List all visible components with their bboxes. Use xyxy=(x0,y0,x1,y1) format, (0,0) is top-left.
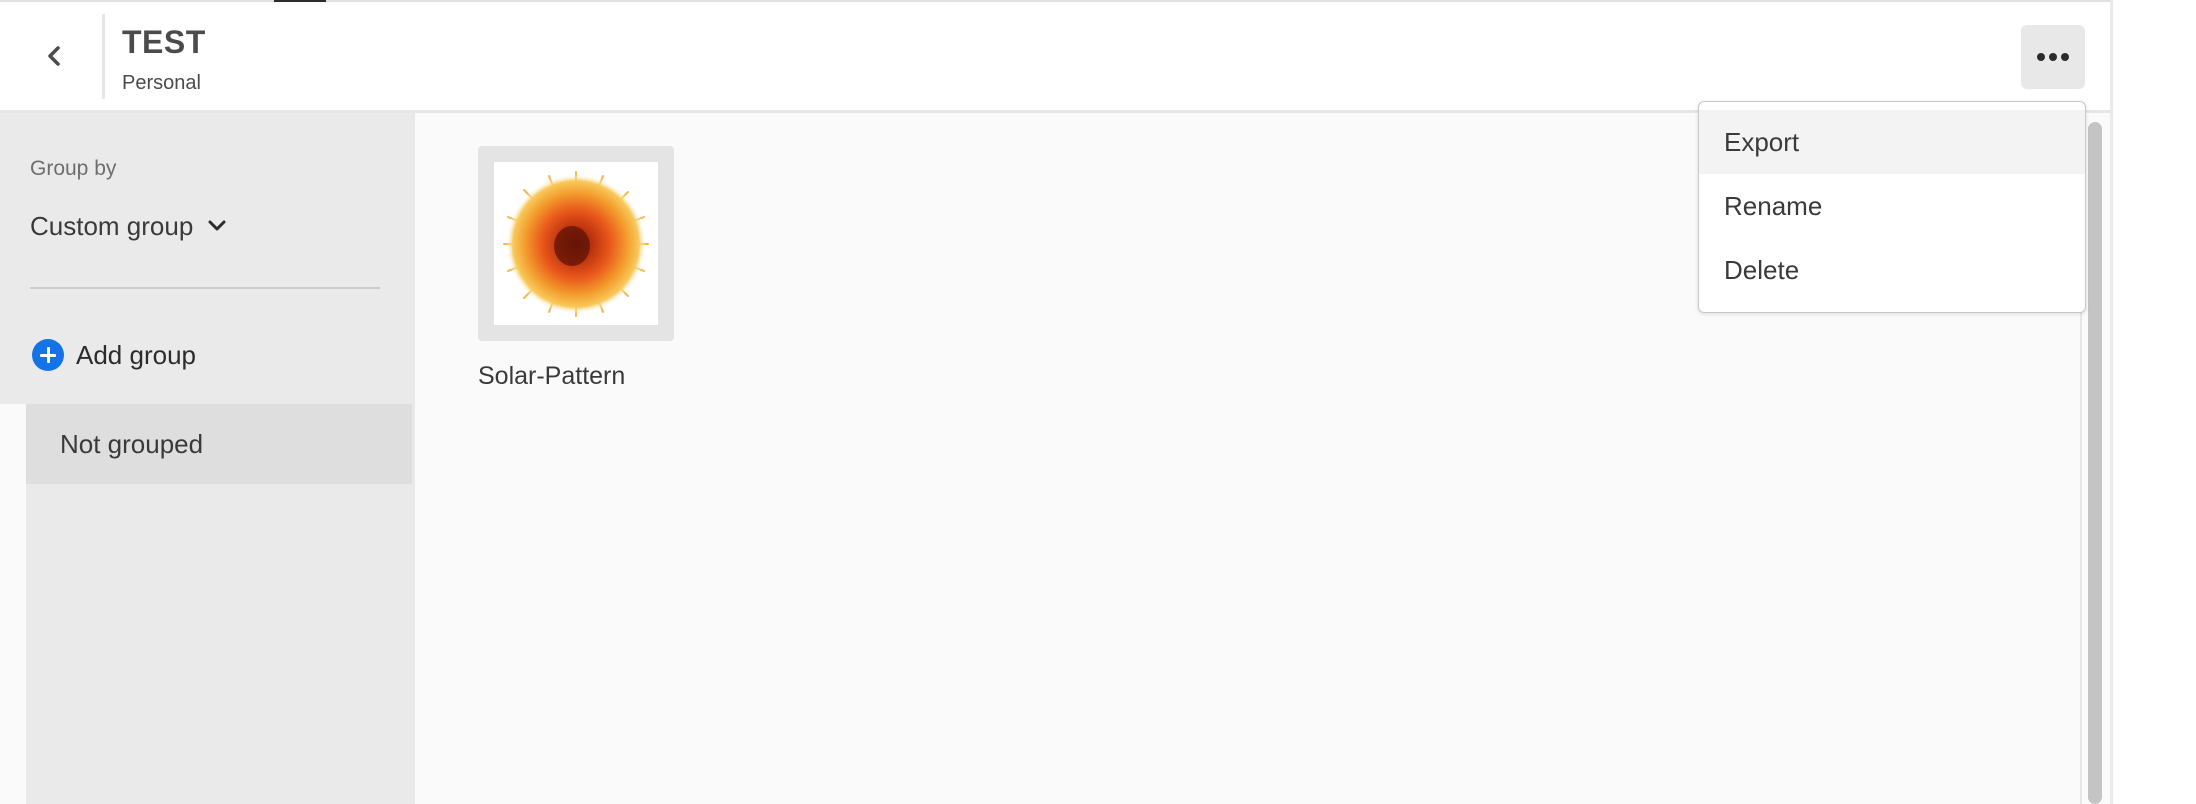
chevron-down-icon xyxy=(208,220,226,231)
asset-name: Solar-Pattern xyxy=(478,362,626,390)
menu-item-export[interactable]: Export xyxy=(1699,110,2085,174)
add-group-button[interactable]: Add group xyxy=(32,334,196,376)
page-title: TEST xyxy=(122,24,206,60)
more-options-button[interactable] xyxy=(2021,25,2085,89)
more-options-menu: Export Rename Delete xyxy=(1698,101,2086,313)
add-circle-icon xyxy=(32,339,64,371)
header: TEST Personal xyxy=(0,2,2110,113)
sidebar-gutter xyxy=(0,404,26,804)
menu-item-rename[interactable]: Rename xyxy=(1699,174,2085,238)
add-group-label: Add group xyxy=(76,339,196,370)
sidebar-divider xyxy=(30,287,380,289)
menu-item-delete[interactable]: Delete xyxy=(1699,238,2085,302)
sidebar-item-label: Not grouped xyxy=(60,428,204,459)
asset-tile[interactable] xyxy=(478,146,674,341)
solar-burst-image xyxy=(494,162,658,325)
more-horizontal-icon-dot xyxy=(2061,53,2069,61)
back-button[interactable] xyxy=(30,32,78,80)
page-subtitle: Personal xyxy=(122,72,201,94)
more-horizontal-icon-dot xyxy=(2049,53,2057,61)
chevron-left-icon xyxy=(48,46,60,66)
group-by-select[interactable]: Custom group xyxy=(30,205,227,247)
header-divider xyxy=(102,14,105,99)
window-edge xyxy=(2110,0,2113,804)
group-by-value: Custom group xyxy=(30,210,194,241)
more-horizontal-icon xyxy=(2037,53,2045,61)
app-window: TEST Personal Group by Custom group Add … xyxy=(0,0,2112,804)
sidebar-item-not-grouped[interactable]: Not grouped xyxy=(26,404,412,484)
scrollbar-thumb[interactable] xyxy=(2088,122,2102,804)
group-by-label: Group by xyxy=(30,157,117,180)
